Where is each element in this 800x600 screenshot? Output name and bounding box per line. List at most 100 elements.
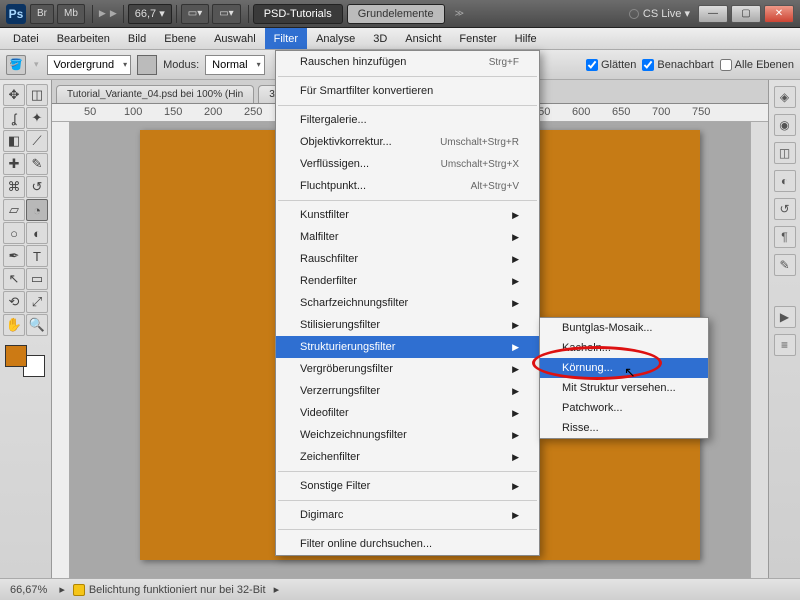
menu-item-kunstfilter[interactable]: Kunstfilter▶ [276,204,539,226]
pattern-swatch[interactable] [137,55,157,75]
bucket-tool[interactable]: ◔ [26,199,48,221]
menu-item-lenscorrect[interactable]: Objektivkorrektur...Umschalt+Strg+R [276,131,539,153]
menu-item-other[interactable]: Sonstige Filter▶ [276,475,539,497]
menu-ansicht[interactable]: Ansicht [396,28,450,49]
hand-tool[interactable]: ✋ [3,314,25,336]
cslive-button[interactable]: CS Live ▾ [629,7,690,20]
contiguous-checkbox[interactable]: Benachbart [642,59,713,71]
submenu-patchwork[interactable]: Patchwork... [540,398,708,418]
menu-3d[interactable]: 3D [364,28,396,49]
menu-item-blur[interactable]: Weichzeichnungsfilter▶ [276,424,539,446]
adjustments-panel-icon[interactable]: ◐ [774,170,796,192]
lasso-tool[interactable]: ʆ [3,107,25,129]
menu-filter[interactable]: Filter [265,28,307,49]
texture-submenu: Buntglas-Mosaik... Kacheln... Körnung...… [539,317,709,439]
titlebar: Ps Br Mb ▶▶ 66,7 ▾ ▭▾ ▭▾ PSD-Tutorials G… [0,0,800,28]
menu-datei[interactable]: Datei [4,28,48,49]
window-maximize[interactable]: ▢ [731,5,761,23]
menu-item-sharpen[interactable]: Scharfzeichnungsfilter▶ [276,292,539,314]
menu-fenster[interactable]: Fenster [450,28,505,49]
menu-item-distort[interactable]: Verzerrungsfilter▶ [276,380,539,402]
info-panel-icon[interactable]: ≡ [774,334,796,356]
menu-auswahl[interactable]: Auswahl [205,28,265,49]
color-swatches[interactable] [3,343,47,379]
crop-tool[interactable]: ◧ [3,130,25,152]
window-close[interactable]: ✕ [764,5,794,23]
menu-ebene[interactable]: Ebene [155,28,205,49]
type-tool[interactable]: T [26,245,48,267]
layers-panel-icon[interactable]: ◈ [774,86,796,108]
view-mode-button[interactable]: ▭▾ [181,4,209,24]
menu-item-liquify[interactable]: Verflüssigen...Umschalt+Strg+X [276,153,539,175]
window-minimize[interactable]: — [698,5,728,23]
menu-item-video[interactable]: Videofilter▶ [276,402,539,424]
heal-tool[interactable]: ✚ [3,153,25,175]
menubar: Datei Bearbeiten Bild Ebene Auswahl Filt… [0,28,800,50]
wand-tool[interactable]: ✦ [26,107,48,129]
bucket-tool-icon[interactable]: 🪣 [6,55,26,75]
ruler-vertical[interactable] [52,122,70,578]
zoom-tool[interactable]: 🔍 [26,314,48,336]
paths-panel-icon[interactable]: ◫ [774,142,796,164]
actions-panel-icon[interactable]: ▶ [774,306,796,328]
menu-item-stylize[interactable]: Stilisierungsfilter▶ [276,314,539,336]
menu-bearbeiten[interactable]: Bearbeiten [48,28,119,49]
scrollbar-vertical[interactable] [750,122,768,578]
submenu-kacheln[interactable]: Kacheln... [540,338,708,358]
history-panel-icon[interactable]: ↺ [774,198,796,220]
menu-analyse[interactable]: Analyse [307,28,364,49]
menu-item-malfilter[interactable]: Malfilter▶ [276,226,539,248]
mode-dropdown[interactable]: Normal [205,55,264,75]
history-tool[interactable]: ↺ [26,176,48,198]
screen-mode-button[interactable]: ▭▾ [212,4,240,24]
zoom-field[interactable]: 66,7 ▾ [128,4,172,24]
workspace-tab-grundelemente[interactable]: Grundelemente [347,4,445,24]
fill-dropdown[interactable]: Vordergrund [47,55,132,75]
menu-item-filtergalerie[interactable]: Filtergalerie... [276,109,539,131]
eraser-tool[interactable]: ▱ [3,199,25,221]
brush-tool[interactable]: ✎ [26,153,48,175]
pen-tool[interactable]: ✒ [3,245,25,267]
submenu-struktur[interactable]: Mit Struktur versehen... [540,378,708,398]
character-panel-icon[interactable]: ¶ [774,226,796,248]
status-zoom[interactable]: 66,67% [6,584,51,596]
menu-item-online[interactable]: Filter online durchsuchen... [276,533,539,555]
warning-icon [73,584,85,596]
minibridge-button[interactable]: Mb [57,4,85,24]
menu-item-last-filter[interactable]: Rauschen hinzufügenStrg+F [276,51,539,73]
eyedropper-tool[interactable]: ⟋ [26,130,48,152]
status-warning: Belichtung funktioniert nur bei 32-Bit [73,584,266,596]
stamp-tool[interactable]: ⌘ [3,176,25,198]
3d-tool[interactable]: ⟲ [3,291,25,313]
submenu-risse[interactable]: Risse... [540,418,708,438]
submenu-koernung[interactable]: Körnung... [540,358,708,378]
antialias-checkbox[interactable]: Glätten [586,59,636,71]
channels-panel-icon[interactable]: ◉ [774,114,796,136]
menu-item-digimarc[interactable]: Digimarc▶ [276,504,539,526]
alllayers-checkbox[interactable]: Alle Ebenen [720,59,794,71]
menu-item-pixelate[interactable]: Vergröberungsfilter▶ [276,358,539,380]
marquee-tool[interactable]: ◫ [26,84,48,106]
move-tool[interactable]: ✥ [3,84,25,106]
document-tab-1[interactable]: Tutorial_Variante_04.psd bei 100% (Hin [56,85,254,103]
bridge-button[interactable]: Br [30,4,54,24]
shape-tool[interactable]: ▭ [26,268,48,290]
submenu-buntglas[interactable]: Buntglas-Mosaik... [540,318,708,338]
brushes-panel-icon[interactable]: ✎ [774,254,796,276]
menu-bild[interactable]: Bild [119,28,155,49]
blur-tool[interactable]: ○ [3,222,25,244]
camera-tool[interactable]: ⤢ [26,291,48,313]
menu-item-texture[interactable]: Strukturierungsfilter▶ [276,336,539,358]
menu-item-renderfilter[interactable]: Renderfilter▶ [276,270,539,292]
menu-item-rauschfilter[interactable]: Rauschfilter▶ [276,248,539,270]
workspace-tab-psdtutorials[interactable]: PSD-Tutorials [253,4,343,24]
dodge-tool[interactable]: ◐ [26,222,48,244]
app-logo: Ps [6,4,26,24]
toolbox: ✥◫ ʆ✦ ◧⟋ ✚✎ ⌘↺ ▱◔ ○◐ ✒T ↖▭ ⟲⤢ ✋🔍 [0,80,52,578]
menu-item-smartfilter[interactable]: Für Smartfilter konvertieren [276,80,539,102]
filter-menu-popup: Rauschen hinzufügenStrg+F Für Smartfilte… [275,50,540,556]
path-tool[interactable]: ↖ [3,268,25,290]
menu-hilfe[interactable]: Hilfe [506,28,546,49]
menu-item-sketch[interactable]: Zeichenfilter▶ [276,446,539,468]
menu-item-vanishing[interactable]: Fluchtpunkt...Alt+Strg+V [276,175,539,197]
